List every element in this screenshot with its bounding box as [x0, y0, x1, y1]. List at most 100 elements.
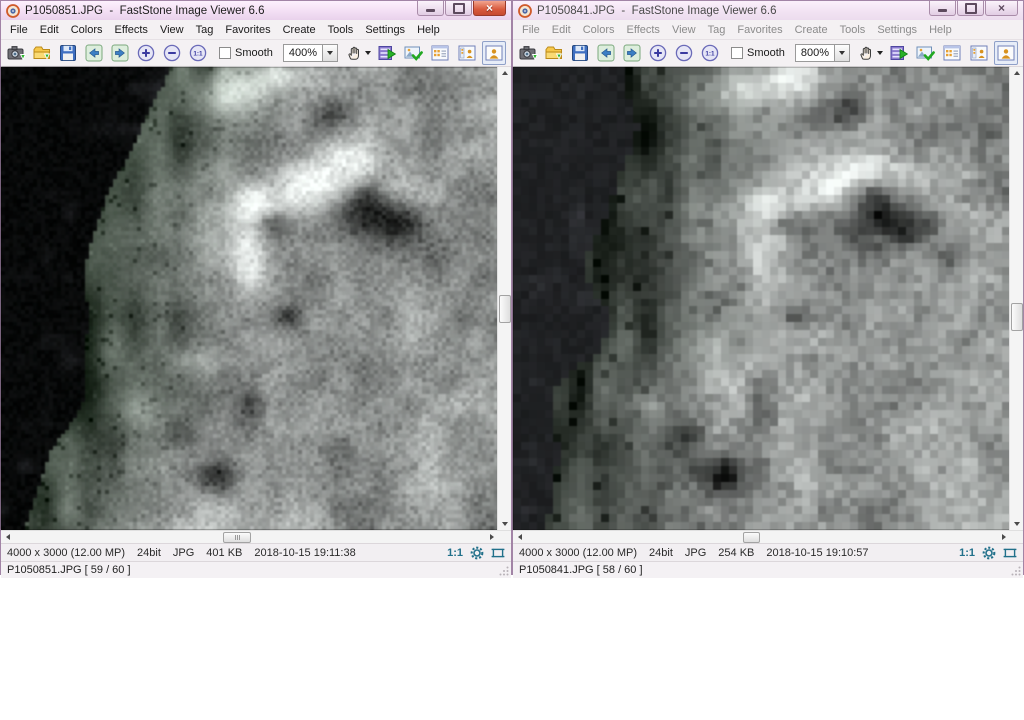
menu-item-view[interactable]: View [154, 22, 190, 38]
chevron-down-icon [876, 51, 883, 55]
menu-item-settings[interactable]: Settings [359, 22, 411, 38]
gear-icon[interactable] [470, 546, 484, 560]
actual-size-icon [188, 43, 208, 63]
zoom-out-button[interactable] [673, 41, 695, 65]
horizontal-scrollbar[interactable] [1, 530, 511, 543]
vertical-scrollbar[interactable] [1009, 67, 1023, 530]
previous-image-button[interactable] [83, 41, 105, 65]
menu-item-colors[interactable]: Colors [577, 22, 621, 38]
gear-icon[interactable] [982, 546, 996, 560]
next-image-button[interactable] [621, 41, 643, 65]
save-button[interactable] [57, 41, 79, 65]
horizontal-scrollbar[interactable] [513, 530, 1023, 543]
fit-window-icon[interactable] [491, 546, 505, 560]
smooth-label: Smooth [747, 47, 785, 59]
image-compare-button[interactable] [402, 41, 424, 65]
moon-photo-right[interactable] [513, 67, 1010, 530]
menu-item-create[interactable]: Create [277, 22, 322, 38]
browser-view-button[interactable] [940, 41, 964, 65]
zoom-value[interactable]: 800% [794, 44, 835, 62]
resize-grip[interactable] [499, 566, 509, 576]
acquire-button[interactable] [5, 41, 27, 65]
menu-item-create[interactable]: Create [789, 22, 834, 38]
menu-item-effects[interactable]: Effects [621, 22, 666, 38]
maximize-button[interactable] [957, 1, 984, 16]
browser-view-button[interactable] [428, 41, 452, 65]
thumbnail-view-button[interactable] [967, 41, 991, 65]
menu-item-view[interactable]: View [666, 22, 702, 38]
scroll-left-button[interactable] [1, 531, 14, 543]
minimize-button[interactable] [929, 1, 956, 16]
moon-photo-left[interactable] [1, 67, 498, 530]
image-view-button[interactable] [481, 41, 506, 65]
zoom-dropdown-button[interactable] [834, 44, 850, 62]
horizontal-scroll-thumb[interactable] [743, 532, 760, 543]
menu-item-colors[interactable]: Colors [65, 22, 109, 38]
menu-item-help[interactable]: Help [923, 22, 958, 38]
image-view-button[interactable] [993, 41, 1018, 65]
triangle-down-icon [501, 522, 508, 526]
horizontal-scroll-thumb[interactable] [223, 532, 251, 543]
triangle-right-icon [1001, 534, 1006, 540]
previous-image-button[interactable] [595, 41, 617, 65]
zoom-out-button[interactable] [161, 41, 183, 65]
acquire-button[interactable] [517, 41, 539, 65]
zoom-combobox[interactable]: 400% [282, 44, 338, 62]
menu-item-tools[interactable]: Tools [322, 22, 360, 38]
menu-item-help[interactable]: Help [411, 22, 446, 38]
smooth-checkbox[interactable] [219, 47, 231, 59]
slideshow-button[interactable] [888, 41, 910, 65]
hand-tool-button[interactable] [856, 41, 884, 65]
scroll-right-button[interactable] [485, 531, 498, 543]
zoom-combobox[interactable]: 800% [794, 44, 850, 62]
slideshow-icon [377, 43, 397, 63]
open-file-button[interactable] [31, 41, 53, 65]
scroll-down-button[interactable] [498, 518, 511, 530]
hand-tool-button[interactable] [344, 41, 372, 65]
menu-item-file[interactable]: File [516, 22, 546, 38]
close-button[interactable]: × [473, 1, 506, 16]
fit-window-icon[interactable] [1003, 546, 1017, 560]
title-bar[interactable]: P1050841.JPG - FastStone Image Viewer 6.… [513, 1, 1023, 20]
close-button[interactable]: × [985, 1, 1018, 16]
image-check-icon [915, 43, 935, 63]
scroll-up-button[interactable] [498, 67, 511, 79]
menu-item-tools[interactable]: Tools [834, 22, 872, 38]
vertical-scrollbar[interactable] [497, 67, 511, 530]
next-image-button[interactable] [109, 41, 131, 65]
maximize-button[interactable] [445, 1, 472, 16]
scroll-down-button[interactable] [1010, 518, 1023, 530]
menu-item-edit[interactable]: Edit [34, 22, 65, 38]
actual-size-button[interactable] [187, 41, 209, 65]
menu-item-file[interactable]: File [4, 22, 34, 38]
actual-size-icon [700, 43, 720, 63]
zoom-in-button[interactable] [135, 41, 157, 65]
menu-item-effects[interactable]: Effects [109, 22, 154, 38]
zoom-dropdown-button[interactable] [322, 44, 338, 62]
menu-item-tag[interactable]: Tag [702, 22, 732, 38]
menu-item-tag[interactable]: Tag [190, 22, 220, 38]
actual-size-button[interactable] [699, 41, 721, 65]
scroll-right-button[interactable] [997, 531, 1010, 543]
menu-item-edit[interactable]: Edit [546, 22, 577, 38]
zoom-in-button[interactable] [647, 41, 669, 65]
close-icon: × [997, 1, 1005, 15]
resize-grip[interactable] [1011, 566, 1021, 576]
scroll-left-button[interactable] [513, 531, 526, 543]
vertical-scroll-thumb[interactable] [499, 295, 511, 323]
smooth-checkbox[interactable] [731, 47, 743, 59]
menu-item-favorites[interactable]: Favorites [731, 22, 788, 38]
zoom-value[interactable]: 400% [282, 44, 323, 62]
minimize-button[interactable] [417, 1, 444, 16]
scroll-up-button[interactable] [1010, 67, 1023, 79]
menu-item-settings[interactable]: Settings [871, 22, 923, 38]
slideshow-button[interactable] [376, 41, 398, 65]
open-file-button[interactable] [543, 41, 565, 65]
thumbnail-view-button[interactable] [455, 41, 479, 65]
file-format: JPG [684, 546, 707, 559]
title-bar[interactable]: P1050851.JPG - FastStone Image Viewer 6.… [1, 1, 511, 20]
save-button[interactable] [569, 41, 591, 65]
vertical-scroll-thumb[interactable] [1011, 303, 1023, 331]
menu-item-favorites[interactable]: Favorites [219, 22, 276, 38]
image-compare-button[interactable] [914, 41, 936, 65]
